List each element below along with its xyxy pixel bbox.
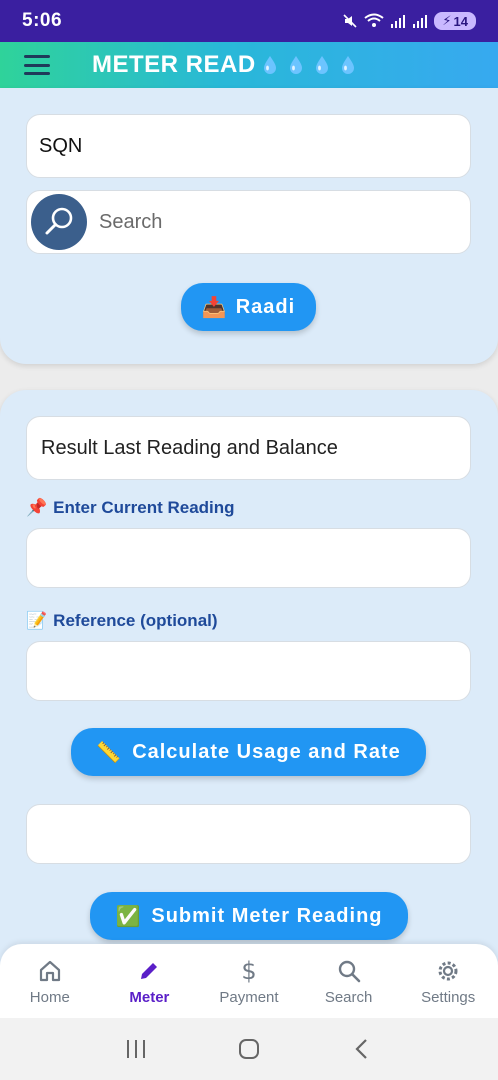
raadi-button[interactable]: 📥 Raadi [181, 283, 316, 331]
inbox-tray-icon: 📥 [201, 296, 228, 319]
nav-meter-label: Meter [129, 988, 170, 1006]
app-title-container: METER READ [92, 51, 356, 79]
submit-button[interactable]: ✅ Submit Meter Reading [90, 892, 408, 940]
current-reading-label-text: Enter Current Reading [53, 498, 235, 517]
raadi-label: Raadi [235, 295, 296, 318]
check-mark-icon: ✅ [115, 905, 142, 928]
svg-text:$: $ [241, 957, 256, 985]
nav-home-label: Home [29, 988, 70, 1006]
reference-label: 📝 Reference (optional) [26, 611, 218, 631]
status-time: 5:06 [22, 10, 63, 31]
water-drops [262, 55, 356, 75]
nav-search-label: Search [324, 988, 373, 1006]
status-icons: ⚡ 14 [342, 12, 476, 30]
nav-settings[interactable]: Settings [398, 944, 498, 1018]
app-title: METER READ [92, 51, 256, 78]
sqn-field[interactable]: SQN [26, 114, 471, 178]
nav-settings-label: Settings [421, 988, 476, 1006]
search-card: SQN Search 📥 Raadi [0, 88, 498, 364]
mute-icon [343, 14, 357, 28]
nav-meter[interactable]: Meter [100, 944, 200, 1018]
status-bar: 5:06 ⚡ 14 [0, 0, 498, 42]
battery-indicator: ⚡ 14 [434, 12, 476, 30]
nav-payment[interactable]: $ Payment [199, 944, 299, 1018]
search-icon [335, 957, 363, 985]
water-drop-icon [263, 56, 276, 74]
search-icon[interactable] [31, 194, 87, 250]
result-text: Result Last Reading and Balance [41, 436, 338, 459]
hamburger-menu-icon[interactable] [24, 55, 50, 75]
pushpin-icon: 📌 [26, 498, 48, 517]
calculate-button[interactable]: 📏 Calculate Usage and Rate [71, 728, 426, 776]
water-drop-icon [315, 56, 328, 74]
back-icon[interactable] [347, 1034, 377, 1064]
water-drop-icon [341, 56, 354, 74]
reference-label-text: Reference (optional) [53, 611, 218, 630]
calculation-output [26, 804, 471, 864]
search-input[interactable]: Search [26, 190, 471, 254]
ruler-icon: 📏 [96, 741, 123, 764]
nav-home[interactable]: Home [0, 944, 100, 1018]
app-bar: METER READ [0, 42, 498, 88]
submit-label: Submit Meter Reading [151, 904, 383, 927]
sqn-value: SQN [39, 134, 83, 157]
battery-level: 14 [453, 13, 468, 29]
recent-apps-icon[interactable] [121, 1034, 151, 1064]
water-drop-icon [289, 56, 302, 74]
nav-search[interactable]: Search [299, 944, 399, 1018]
result-display: Result Last Reading and Balance [26, 416, 471, 480]
home-icon [36, 957, 64, 985]
calculate-label: Calculate Usage and Rate [132, 740, 401, 763]
reading-card: Result Last Reading and Balance 📌 Enter … [0, 390, 498, 1030]
pencil-icon [135, 957, 163, 985]
charging-icon: ⚡ [442, 13, 452, 28]
current-reading-label: 📌 Enter Current Reading [26, 498, 235, 518]
bottom-navigation: Home Meter $ Payment Search Settings [0, 944, 498, 1018]
current-reading-input[interactable] [26, 528, 471, 588]
gear-icon [434, 957, 462, 985]
signal-icon [391, 15, 406, 28]
memo-icon: 📝 [26, 611, 48, 630]
search-placeholder: Search [99, 210, 163, 233]
reference-input[interactable] [26, 641, 471, 701]
nav-payment-label: Payment [219, 988, 279, 1006]
dollar-icon: $ [235, 957, 263, 985]
wifi-icon [364, 13, 385, 27]
system-navigation [0, 1018, 498, 1080]
signal-icon-2 [413, 15, 428, 28]
home-button-icon[interactable] [234, 1034, 264, 1064]
